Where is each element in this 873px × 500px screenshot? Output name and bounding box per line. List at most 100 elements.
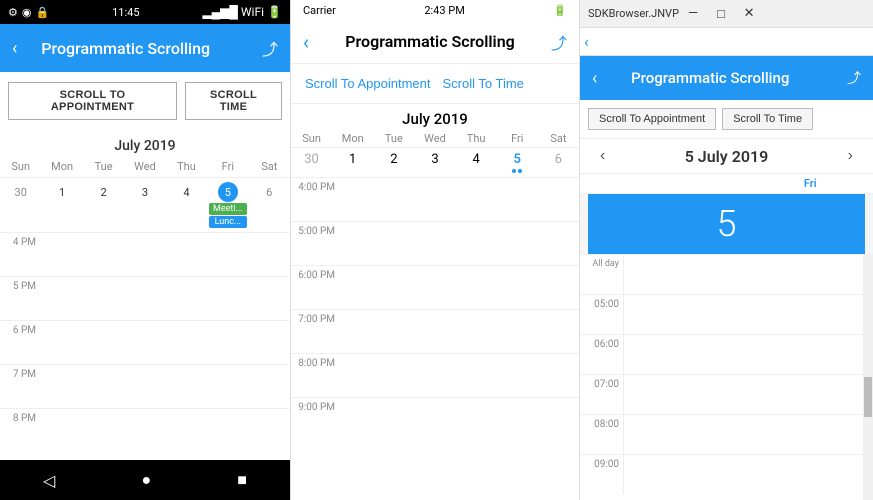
android-time-8pm: 8 PM [0,409,40,424]
win-title-bar: SDKBrowser.JNVP — □ ✕ [580,0,873,28]
android-day-5-today[interactable]: 5 Meeti... Lunc... [207,178,248,232]
ios-time-400pm: 4:00 PM [291,178,341,221]
ios-event-dots [497,169,538,173]
win-cal-prev-button[interactable]: ‹ [592,145,613,167]
win-maximize-button[interactable]: □ [707,0,735,28]
android-event-lunch: Lunc... [209,216,246,228]
windows-panel: SDKBrowser.JNVP — □ ✕ ‹ ‹ Programmatic S… [580,0,873,500]
ios-day-4[interactable]: 4 [456,152,497,173]
ios-wh-wed: Wed [414,132,455,145]
ios-day-3[interactable]: 3 [414,152,455,173]
ios-dot-1 [512,169,516,173]
win-week-day-blank2 [622,174,664,193]
win-header-ext-icon[interactable]: ⤴ [847,68,861,88]
win-browser-back-icon[interactable]: ‹ [584,32,589,51]
android-day-1[interactable]: 1 [41,178,82,232]
android-time-6pm: 6 PM [0,321,40,336]
win-time-900: 09:00 [580,455,624,494]
android-scroll-to-time-button[interactable]: SCROLL TIME [185,82,282,120]
win-cal-next-button[interactable]: › [840,145,861,167]
win-time-row-700: 07:00 [580,374,873,414]
win-minimize-button[interactable]: — [679,0,707,28]
win-scrollbar-thumb[interactable] [864,377,872,417]
android-wh-sat: Sat [249,158,290,175]
win-time-500: 05:00 [580,295,624,334]
ios-week-row: 30 1 2 3 4 5 6 [291,147,579,177]
win-month-title: 5 July 2019 [613,147,839,166]
win-week-day-blank1 [580,174,622,193]
ios-time-900pm: 9:00 PM [291,398,341,441]
ios-scroll-to-time-button[interactable]: Scroll To Time [437,72,530,95]
win-selected-day-area[interactable]: 5 [588,194,865,254]
ios-button-row: Scroll To Appointment Scroll To Time [291,64,579,104]
win-scroll-to-appointment-button[interactable]: Scroll To Appointment [588,108,716,130]
android-header-title: Programmatic Scrolling [33,39,218,58]
ios-week-header: Sun Mon Tue Wed Thu Fri Sat [291,130,579,147]
android-nav-bar: ◁ ● ■ [0,460,290,500]
win-scrollbar[interactable] [863,254,873,500]
win-time-row-800: 08:00 [580,414,873,454]
android-recent-nav-icon[interactable]: ■ [237,470,247,490]
ios-day-5-today[interactable]: 5 [497,152,538,173]
win-time-allday: All day [580,255,624,294]
android-wh-wed: Wed [124,158,165,175]
android-wh-mon: Mon [41,158,82,175]
android-status-bar: ⚙ ◉ 🔒 11:45 ▂▄▆█ WiFi 🔋 [0,0,290,24]
win-week-day-blank5 [747,174,789,193]
win-sdk-text: SDKBrowser.JNVP [588,7,679,20]
android-day-30[interactable]: 30 [0,178,41,232]
android-status-icons-right: ▂▄▆█ WiFi 🔋 [202,5,282,19]
ios-time-row-500pm: 5:00 PM [291,221,579,265]
win-button-row: Scroll To Appointment Scroll To Time [580,100,873,139]
android-week-row: 30 1 2 3 4 5 Meeti... Lunc... 6 [0,177,290,232]
win-header-title: Programmatic Scrolling [597,69,823,87]
android-home-nav-icon[interactable]: ● [141,470,151,490]
win-time-row-600: 06:00 [580,334,873,374]
ios-header-title: Programmatic Scrolling [309,32,551,51]
ios-scroll-to-appointment-button[interactable]: Scroll To Appointment [299,72,437,95]
android-icons-left: ⚙ ◉ 🔒 [8,6,49,19]
ios-dot-2 [518,169,522,173]
win-scroll-to-time-button[interactable]: Scroll To Time [722,108,813,130]
android-day-2[interactable]: 2 [83,178,124,232]
ios-day-6[interactable]: 6 [538,152,579,173]
ios-month-title: July 2019 [291,104,579,130]
ios-day-1[interactable]: 1 [332,152,373,173]
android-panel: ⚙ ◉ 🔒 11:45 ▂▄▆█ WiFi 🔋 ‹ Programmatic S… [0,0,290,500]
ios-day-2[interactable]: 2 [373,152,414,173]
win-week-strip: Fri [580,174,873,194]
win-window-controls: — □ ✕ [679,0,763,28]
android-back-icon[interactable]: ‹ [12,38,17,59]
android-day-6[interactable]: 6 [249,178,290,232]
circle-icon: ◉ [22,6,32,19]
android-calendar-area: July 2019 Sun Mon Tue Wed Thu Fri Sat 30… [0,130,290,460]
win-address-bar: ‹ [580,28,873,56]
lock-icon: 🔒 [35,6,49,19]
ios-time-500pm: 5:00 PM [291,222,341,265]
android-time-row-8pm: 8 PM [0,408,290,452]
ios-wh-sun: Sun [291,132,332,145]
android-scroll-to-appointment-button[interactable]: SCROLL TO APPOINTMENT [8,82,177,120]
ios-day-30[interactable]: 30 [291,152,332,173]
android-time-area: 4 PM 5 PM 6 PM 7 PM 8 PM [0,232,290,452]
win-time-row-500: 05:00 [580,294,873,334]
android-ext-icon[interactable]: ⤴ [262,36,278,60]
android-day-3[interactable]: 3 [124,178,165,232]
android-time-5pm: 5 PM [0,277,40,292]
android-week-header: Sun Mon Tue Wed Thu Fri Sat [0,158,290,177]
android-time-row-4pm: 4 PM [0,232,290,276]
android-time-row-6pm: 6 PM [0,320,290,364]
ios-ext-icon[interactable]: ⤴ [551,30,567,54]
ios-wh-tue: Tue [373,132,414,145]
android-back-nav-icon[interactable]: ◁ [43,471,55,490]
ios-time-row-900pm: 9:00 PM [291,397,579,441]
android-day-4[interactable]: 4 [166,178,207,232]
win-time-row-900: 09:00 [580,454,873,494]
win-close-button[interactable]: ✕ [735,0,763,28]
ios-wh-fri: Fri [497,132,538,145]
ios-time-800pm: 8:00 PM [291,354,341,397]
win-time-700: 07:00 [580,375,624,414]
win-time-600: 06:00 [580,335,624,374]
ios-calendar-area: July 2019 Sun Mon Tue Wed Thu Fri Sat 30… [291,104,579,500]
win-selected-day-num: 5 [717,206,737,242]
